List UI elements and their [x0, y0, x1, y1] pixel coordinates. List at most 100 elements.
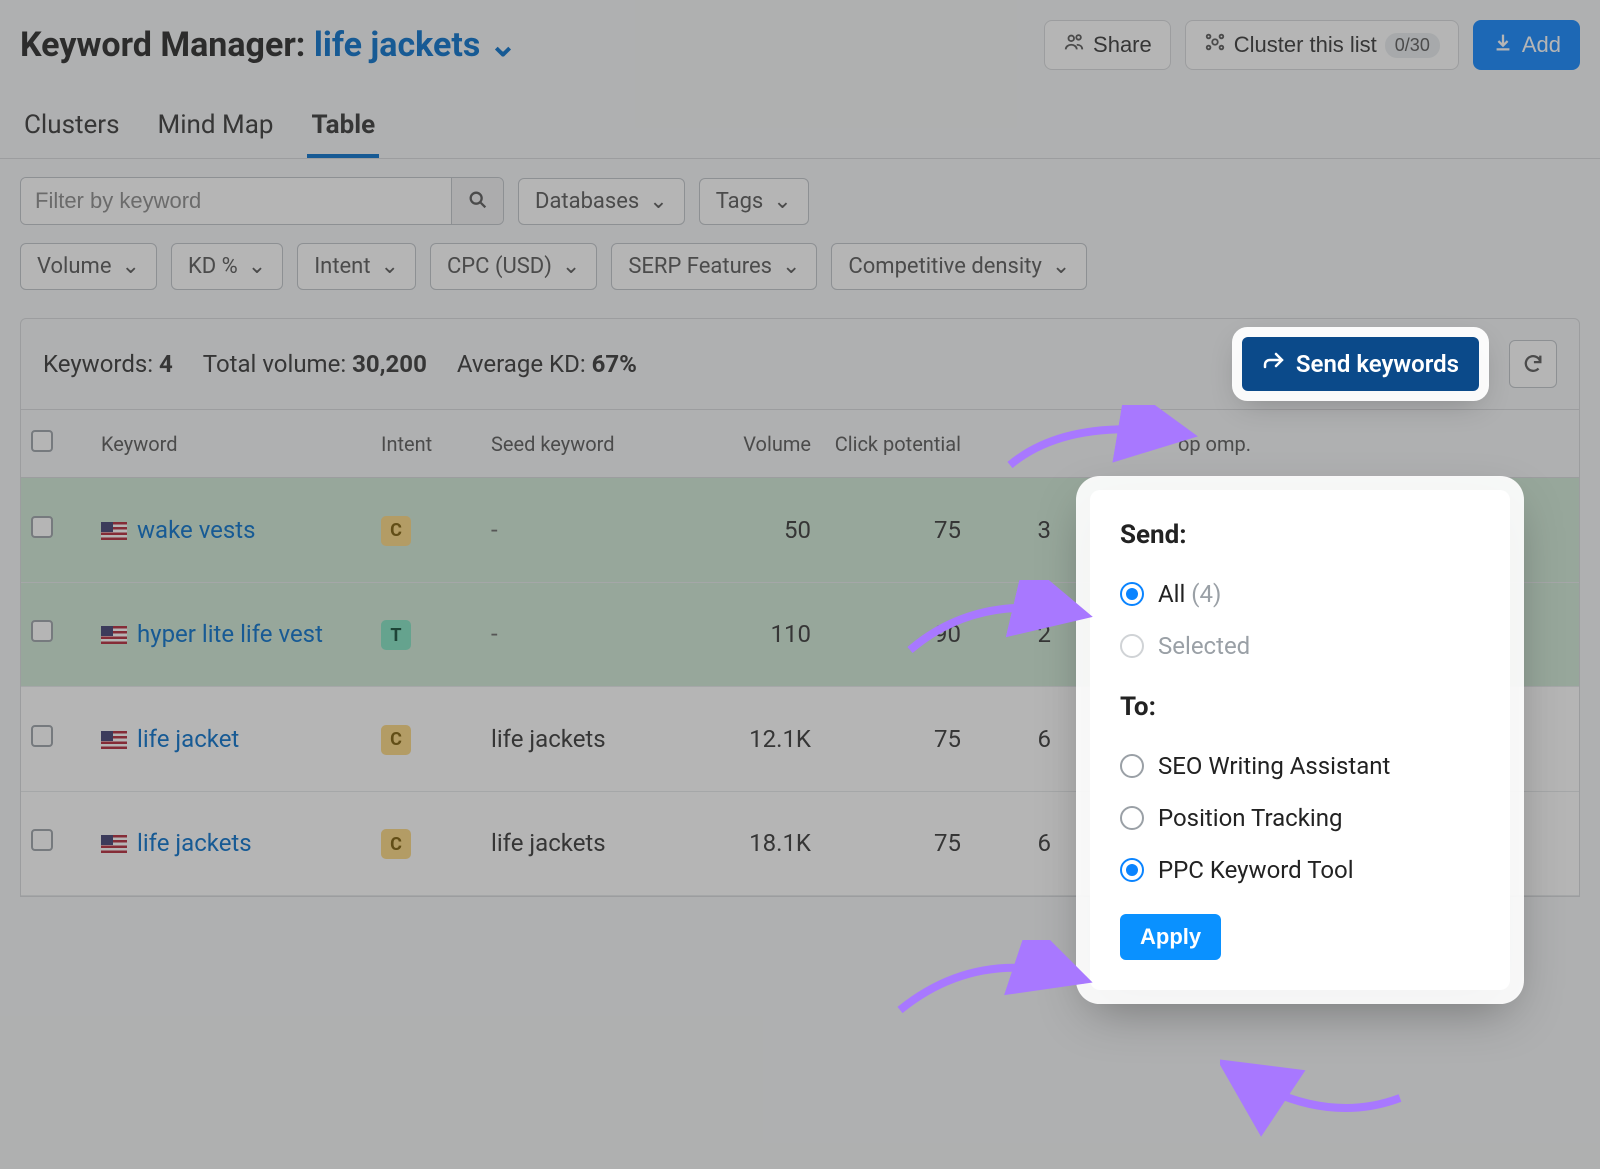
- tab-mind-map[interactable]: Mind Map: [154, 100, 278, 158]
- annotation-arrow-icon: [870, 940, 1100, 1030]
- filters-row: Databases ⌄ Tags ⌄: [0, 159, 1600, 243]
- intent-badge: C: [381, 725, 411, 755]
- to-heading: To:: [1120, 692, 1480, 722]
- chevron-down-icon: ⌄: [782, 254, 800, 279]
- radio-icon: [1120, 858, 1144, 882]
- volume-cell: 12.1K: [671, 719, 821, 759]
- extra-cell: 3: [971, 510, 1061, 550]
- add-button[interactable]: Add: [1473, 20, 1580, 70]
- seed-cell: -: [481, 510, 671, 550]
- header: Keyword Manager: life jackets ⌄ Share Cl…: [0, 0, 1600, 80]
- send-label: Send keywords: [1296, 350, 1459, 378]
- keyword-link[interactable]: hyper lite life vest: [137, 620, 323, 648]
- refresh-button[interactable]: [1509, 340, 1557, 388]
- us-flag-icon: [101, 731, 127, 749]
- cluster-count-badge: 0/30: [1385, 33, 1440, 58]
- row-checkbox[interactable]: [31, 829, 53, 851]
- tab-clusters[interactable]: Clusters: [20, 100, 124, 158]
- filter-serp[interactable]: SERP Features ⌄: [611, 243, 817, 290]
- cluster-icon: [1204, 31, 1226, 59]
- extra-cell: 6: [971, 823, 1061, 863]
- table-header: Keyword Intent Seed keyword Volume Click…: [21, 410, 1579, 478]
- to-option-ppc[interactable]: PPC Keyword Tool: [1120, 844, 1480, 896]
- cluster-label: Cluster this list: [1234, 32, 1377, 58]
- search-icon: [467, 189, 489, 214]
- people-icon: [1063, 31, 1085, 59]
- radio-icon: [1120, 806, 1144, 830]
- send-option-all[interactable]: All (4): [1120, 568, 1480, 620]
- tabs: Clusters Mind Map Table: [0, 80, 1600, 159]
- col-volume[interactable]: Volume: [671, 426, 821, 462]
- chevron-down-icon: ⌄: [562, 254, 580, 279]
- page-title: Keyword Manager: life jackets ⌄: [20, 25, 517, 65]
- us-flag-icon: [101, 626, 127, 644]
- refresh-icon: [1522, 352, 1544, 377]
- filter-keyword-input[interactable]: [21, 178, 451, 224]
- share-label: Share: [1093, 32, 1152, 58]
- chevron-down-icon: ⌄: [489, 25, 518, 65]
- seed-cell: life jackets: [481, 823, 671, 863]
- row-checkbox[interactable]: [31, 516, 53, 538]
- filter-cpc[interactable]: CPC (USD) ⌄: [430, 243, 597, 290]
- intent-badge: T: [381, 620, 411, 650]
- click-cell: 75: [821, 719, 971, 759]
- to-option-swa[interactable]: SEO Writing Assistant: [1120, 740, 1480, 792]
- download-icon: [1492, 31, 1514, 59]
- click-cell: 75: [821, 823, 971, 863]
- title-prefix: Keyword Manager:: [20, 25, 305, 65]
- row-checkbox[interactable]: [31, 725, 53, 747]
- filter-intent[interactable]: Intent ⌄: [297, 243, 416, 290]
- col-top-comp[interactable]: op omp.: [1061, 426, 1261, 462]
- total-volume: Total volume: 30,200: [203, 350, 427, 378]
- click-cell: 90: [821, 614, 971, 654]
- send-keywords-popover: Send: All (4) Selected To: SEO Writing A…: [1090, 490, 1510, 990]
- col-click[interactable]: Click potential: [821, 426, 971, 462]
- chevron-down-icon: ⌄: [381, 254, 399, 279]
- select-all-checkbox[interactable]: [31, 430, 53, 452]
- filter-competitive[interactable]: Competitive density ⌄: [831, 243, 1087, 290]
- annotation-arrow-icon: [1220, 1038, 1420, 1138]
- row-checkbox[interactable]: [31, 620, 53, 642]
- tab-table[interactable]: Table: [307, 100, 379, 158]
- col-seed[interactable]: Seed keyword: [481, 426, 671, 462]
- keyword-link[interactable]: life jackets: [137, 829, 252, 857]
- send-option-selected: Selected: [1120, 620, 1480, 672]
- send-heading: Send:: [1120, 520, 1480, 550]
- filter-kd[interactable]: KD % ⌄: [171, 243, 283, 290]
- chevron-down-icon: ⌄: [773, 189, 791, 214]
- col-keyword[interactable]: Keyword: [91, 426, 371, 462]
- filter-tags[interactable]: Tags ⌄: [699, 178, 809, 225]
- click-cell: 75: [821, 510, 971, 550]
- us-flag-icon: [101, 522, 127, 540]
- col-intent[interactable]: Intent: [371, 426, 481, 462]
- cluster-button[interactable]: Cluster this list 0/30: [1185, 20, 1459, 70]
- chevron-down-icon: ⌄: [122, 254, 140, 279]
- keywords-count: Keywords: 4: [43, 350, 173, 378]
- extra-cell: 6: [971, 719, 1061, 759]
- search-button[interactable]: [451, 178, 503, 224]
- filter-input-wrap: [20, 177, 504, 225]
- us-flag-icon: [101, 835, 127, 853]
- summary-bar: Keywords: 4 Total volume: 30,200 Average…: [20, 318, 1580, 410]
- keyword-link[interactable]: wake vests: [137, 516, 256, 544]
- share-button[interactable]: Share: [1044, 20, 1171, 70]
- volume-cell: 18.1K: [671, 823, 821, 863]
- radio-icon: [1120, 754, 1144, 778]
- apply-button[interactable]: Apply: [1120, 914, 1221, 960]
- radio-icon: [1120, 634, 1144, 658]
- chevron-down-icon: ⌄: [248, 254, 266, 279]
- avg-kd: Average KD: 67%: [457, 350, 637, 378]
- send-keywords-button[interactable]: Send keywords: [1242, 337, 1479, 391]
- intent-badge: C: [381, 516, 411, 546]
- keyword-link[interactable]: life jacket: [137, 725, 239, 753]
- filter-databases[interactable]: Databases ⌄: [518, 178, 685, 225]
- filters-row-2: Volume ⌄ KD % ⌄ Intent ⌄ CPC (USD) ⌄ SER…: [0, 243, 1600, 308]
- to-option-position-tracking[interactable]: Position Tracking: [1120, 792, 1480, 844]
- seed-cell: life jackets: [481, 719, 671, 759]
- chevron-down-icon: ⌄: [649, 189, 667, 214]
- chevron-down-icon: ⌄: [1052, 254, 1070, 279]
- filter-volume[interactable]: Volume ⌄: [20, 243, 157, 290]
- volume-cell: 50: [671, 510, 821, 550]
- send-icon: [1262, 349, 1286, 379]
- project-name-dropdown[interactable]: life jackets ⌄: [314, 25, 517, 65]
